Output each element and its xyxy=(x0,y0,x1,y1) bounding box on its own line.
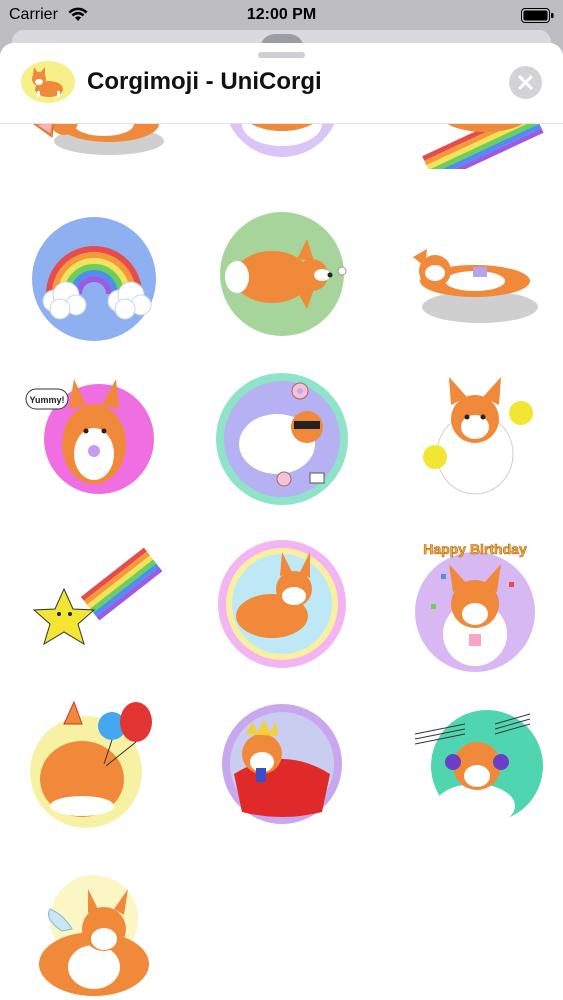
sheet-title: Corgimoji - UniCorgi xyxy=(87,68,322,95)
corgi-lying-sticker[interactable] xyxy=(24,124,164,169)
sticker-grid: Yummy! Happy Birthday xyxy=(0,124,563,1000)
corgi-cheerleader-sticker[interactable] xyxy=(405,369,545,509)
shooting-star-rainbow-sticker[interactable] xyxy=(24,534,164,674)
screen: Carrier 12:00 PM Corgimoji - UniCorgi Yu… xyxy=(0,0,563,1000)
corgi-lying-belly-sticker[interactable] xyxy=(405,209,545,349)
corgi-angel-wings-sticker[interactable] xyxy=(24,859,164,999)
corgi-sunglasses-donut-sticker[interactable] xyxy=(212,369,352,509)
corgi-king-cape-sticker[interactable] xyxy=(212,694,352,834)
corgi-yummy-sticker[interactable]: Yummy! xyxy=(24,369,164,509)
corgi-app-icon xyxy=(21,61,75,103)
corgi-rainbow-slide-sticker[interactable] xyxy=(405,124,545,169)
corgi-happy-birthday-sticker[interactable]: Happy Birthday xyxy=(405,534,545,674)
yummy-caption: Yummy! xyxy=(29,395,64,405)
corgi-topdown-sticker[interactable] xyxy=(212,209,352,349)
corgi-pastel-circle-sticker[interactable] xyxy=(212,534,352,674)
corgi-butt-sticker[interactable] xyxy=(212,124,352,169)
clock: 12:00 PM xyxy=(246,6,317,23)
close-button[interactable] xyxy=(509,66,542,99)
rainbow-clouds-sticker[interactable] xyxy=(24,209,164,349)
status-bar: Carrier 12:00 PM xyxy=(0,0,563,30)
sheet-grabber[interactable] xyxy=(258,52,305,58)
sticker-sheet: Corgimoji - UniCorgi Yummy! Happy Birthd… xyxy=(0,43,563,1000)
close-icon xyxy=(518,75,533,90)
corgi-music-headphones-sticker[interactable] xyxy=(405,694,545,834)
corgi-party-balloons-sticker[interactable] xyxy=(24,694,164,834)
sheet-header: Corgimoji - UniCorgi xyxy=(0,43,563,124)
battery-icon xyxy=(521,8,554,23)
birthday-caption: Happy Birthday xyxy=(423,541,527,557)
